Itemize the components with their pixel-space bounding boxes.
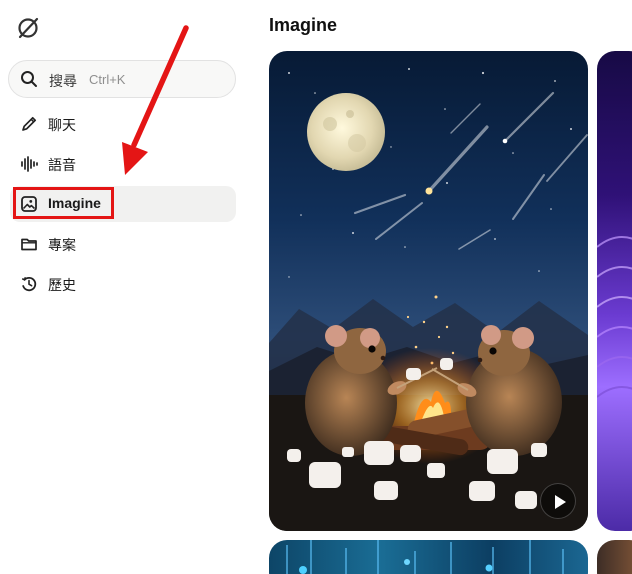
audio-wave-icon xyxy=(20,155,38,173)
sidebar-item-label: 專案 xyxy=(48,237,76,253)
purple-wave-image xyxy=(597,236,632,398)
image-card-blue-pattern[interactable] xyxy=(269,540,588,574)
mice-campfire-image xyxy=(269,51,588,531)
search-shortcut: Ctrl+K xyxy=(89,72,126,87)
play-icon xyxy=(555,495,566,509)
search-label: 搜尋 xyxy=(49,73,77,89)
sidebar-item-label: 歷史 xyxy=(48,277,76,293)
sidebar-item-label: 聊天 xyxy=(48,117,76,133)
imagine-main: Imagine xyxy=(256,0,632,574)
search-icon xyxy=(20,70,38,88)
blue-pattern-image xyxy=(286,540,564,574)
image-card-brown[interactable] xyxy=(597,540,632,574)
folder-icon xyxy=(20,235,38,253)
sidebar-item-label: Imagine xyxy=(48,195,101,211)
play-button[interactable] xyxy=(540,483,576,519)
sidebar: 搜尋 Ctrl+K 聊天 語音 Imagine 專案 歷史 xyxy=(0,0,257,574)
sidebar-item-label: 語音 xyxy=(48,157,76,173)
sidebar-item-history[interactable]: 歷史 xyxy=(10,266,236,302)
image-card-purple-waves[interactable] xyxy=(597,51,632,531)
search-button[interactable]: 搜尋 Ctrl+K xyxy=(8,60,236,98)
edit-icon xyxy=(20,115,38,133)
sidebar-item-chat[interactable]: 聊天 xyxy=(10,106,236,142)
history-icon xyxy=(20,275,38,293)
sidebar-item-projects[interactable]: 專案 xyxy=(10,226,236,262)
logo-icon[interactable] xyxy=(14,14,42,42)
app-window: 搜尋 Ctrl+K 聊天 語音 Imagine 專案 歷史 Imagine xyxy=(0,0,632,574)
image-card-mice-campfire[interactable] xyxy=(269,51,588,531)
page-title: Imagine xyxy=(269,15,338,35)
sidebar-item-imagine[interactable]: Imagine xyxy=(10,186,236,222)
image-icon xyxy=(20,195,38,213)
sidebar-item-voice[interactable]: 語音 xyxy=(10,146,236,182)
